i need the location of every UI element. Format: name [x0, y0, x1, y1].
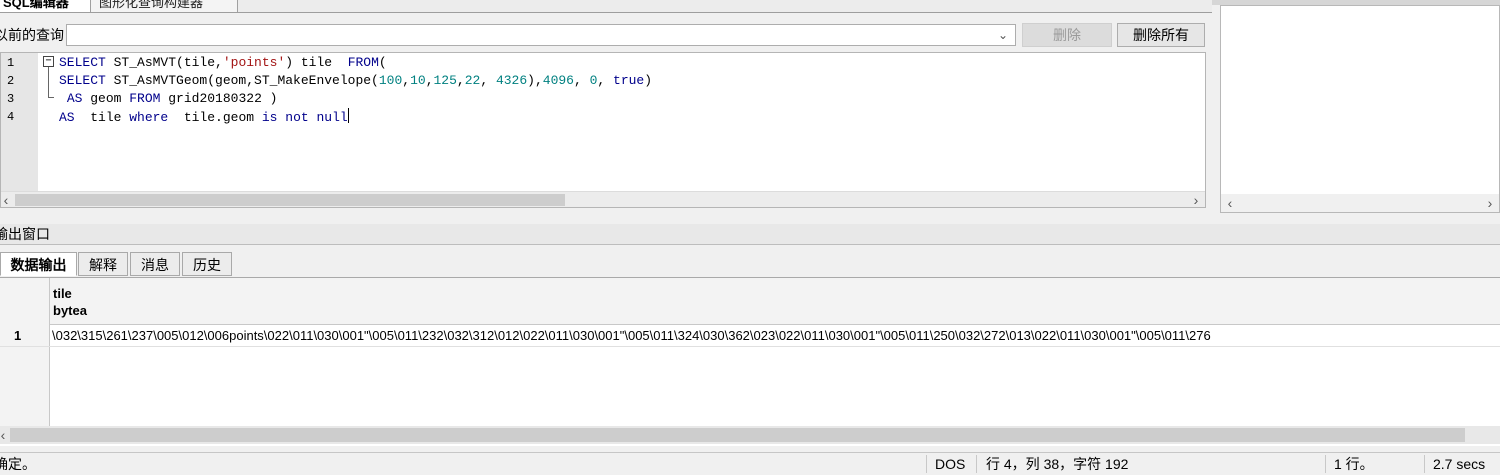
status-bar: 确定。 DOS 行 4，列 38，字符 192 1 行。 2.7 secs: [0, 452, 1500, 475]
code-token: AS: [59, 110, 75, 125]
previous-queries-select[interactable]: ⌄: [66, 24, 1016, 46]
tab-data-output[interactable]: 数据输出: [0, 252, 77, 276]
previous-queries-label: 以前的查询: [0, 27, 64, 43]
code-token: SELECT: [59, 55, 106, 70]
code-token: ) tile: [285, 55, 348, 70]
code-token: ): [644, 73, 653, 88]
status-exec-time: 2.7 secs: [1433, 456, 1486, 472]
row-divider: [0, 346, 1500, 347]
line-number: 4: [7, 110, 15, 124]
scratch-pad-panel[interactable]: ‹ ›: [1220, 5, 1500, 213]
column-header-tile[interactable]: tile bytea: [50, 278, 1500, 325]
editor-horizontal-scrollbar[interactable]: ‹ ›: [1, 191, 1205, 207]
code-token: 'points': [222, 55, 286, 70]
column-type: bytea: [53, 303, 87, 318]
text-caret: [347, 108, 349, 123]
code-token: ,: [573, 73, 590, 88]
row-header-column: [0, 278, 50, 428]
code-token: SELECT: [59, 73, 106, 88]
status-row-count: 1 行。: [1334, 456, 1374, 472]
scroll-left-icon[interactable]: ‹: [1, 192, 13, 207]
code-token: ST_AsMVT(tile,: [105, 55, 223, 70]
scroll-right-icon[interactable]: ›: [1189, 192, 1203, 207]
tab-history[interactable]: 历史: [182, 252, 232, 276]
status-message: 确定。: [0, 456, 36, 472]
code-token: ,: [456, 73, 465, 88]
grid-horizontal-scrollbar[interactable]: ‹: [0, 426, 1500, 444]
code-token: tile: [74, 110, 130, 125]
status-line-ending: DOS: [935, 456, 966, 472]
tab-messages[interactable]: 消息: [130, 252, 180, 276]
fold-guide-end: [48, 97, 54, 98]
sql-editor[interactable]: − SELECT ST_AsMVT(tile,'points') tile FR…: [0, 52, 1206, 208]
editor-scroll-thumb[interactable]: [15, 194, 565, 206]
tab-graphical-query-builder[interactable]: 图形化查询构建器: [90, 0, 238, 12]
scratch-pad-horizontal-scrollbar[interactable]: ‹ ›: [1221, 194, 1499, 212]
code-token: grid20180322 ): [160, 91, 278, 106]
code-line[interactable]: AS tile where tile.geom is not null: [59, 108, 349, 126]
code-token: 125: [433, 73, 457, 88]
delete-all-button[interactable]: 删除所有: [1117, 23, 1205, 47]
editor-tab-strip: SQL编辑器 图形化查询构建器: [0, 0, 1212, 13]
code-token: 22: [464, 73, 481, 88]
code-line[interactable]: SELECT ST_AsMVT(tile,'points') tile FROM…: [59, 54, 387, 72]
output-window-header: 输出窗口: [0, 224, 1500, 245]
code-token: FROM: [347, 55, 379, 70]
code-token: 4326: [495, 73, 528, 88]
code-token: ,: [425, 73, 434, 88]
data-output-grid[interactable]: tile bytea 1 \032\315\261\237\005\012\00…: [0, 277, 1500, 446]
code-token: where: [129, 110, 169, 125]
column-name: tile: [53, 286, 72, 301]
code-token: (: [378, 55, 387, 70]
tab-explain[interactable]: 解释: [78, 252, 128, 276]
line-number: 1: [7, 56, 15, 70]
fold-collapse-icon[interactable]: −: [43, 56, 54, 67]
output-tab-strip: 数据输出 解释 消息 历史: [0, 252, 1500, 276]
chevron-down-icon[interactable]: ⌄: [995, 26, 1011, 44]
tab-sql-editor[interactable]: SQL编辑器: [0, 0, 94, 12]
code-token: ,: [480, 73, 496, 88]
status-separator: [1424, 455, 1425, 473]
code-token: tile.geom: [168, 110, 262, 125]
code-token: is: [261, 110, 278, 125]
status-separator: [926, 455, 927, 473]
grid-scroll-thumb[interactable]: [10, 428, 1465, 442]
status-cursor-position: 行 4，列 38，字符 192: [986, 456, 1129, 472]
code-line[interactable]: SELECT ST_AsMVTGeom(geom,ST_MakeEnvelope…: [59, 72, 652, 90]
code-token: AS: [66, 91, 83, 106]
output-window-title: 输出窗口: [0, 226, 50, 242]
code-token: ST_AsMVTGeom(geom,ST_MakeEnvelope(: [105, 73, 379, 88]
code-line[interactable]: AS geom FROM grid20180322 ): [59, 90, 278, 108]
fold-guide: [48, 67, 49, 97]
code-token: 4096: [542, 73, 574, 88]
status-separator: [976, 455, 977, 473]
status-separator: [1325, 455, 1326, 473]
code-token: not: [285, 110, 309, 125]
scroll-left-icon[interactable]: ‹: [1223, 195, 1237, 211]
code-token: ,: [597, 73, 614, 88]
row-number[interactable]: 1: [14, 328, 21, 344]
delete-button[interactable]: 删除: [1022, 23, 1112, 47]
code-token: null: [316, 110, 348, 125]
code-token: true: [613, 73, 645, 88]
scroll-right-icon[interactable]: ›: [1483, 195, 1497, 211]
table-cell-tile[interactable]: \032\315\261\237\005\012\006points\022\0…: [52, 328, 1500, 344]
line-number: 3: [7, 92, 15, 106]
code-token: FROM: [129, 91, 161, 106]
code-token: 100: [378, 73, 403, 88]
code-token: geom: [82, 91, 130, 106]
code-token: ,: [402, 73, 411, 88]
line-number: 2: [7, 74, 15, 88]
code-token: 10: [410, 73, 426, 88]
code-token: ),: [527, 73, 543, 88]
scroll-left-icon[interactable]: ‹: [0, 427, 10, 443]
